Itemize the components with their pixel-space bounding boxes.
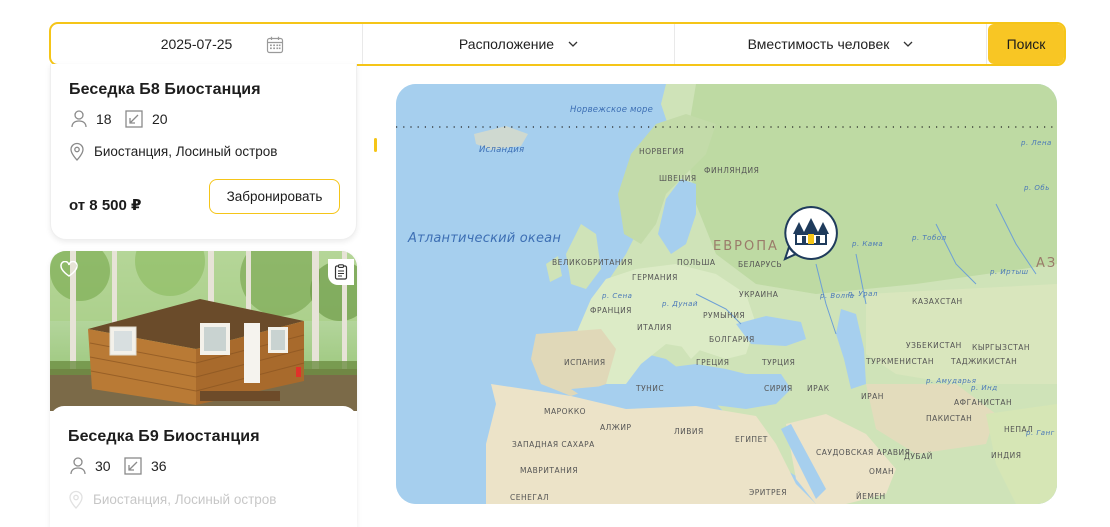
card-location: Биостанция, Лосиный остров <box>68 490 276 509</box>
country-label: ГРЕЦИЯ <box>696 358 730 367</box>
card-title: Беседка Б8 Биостанция <box>69 81 261 98</box>
country-label: ИСПАНИЯ <box>564 358 606 367</box>
guests-value: 18 <box>96 111 112 127</box>
date-value: 2025-07-25 <box>160 36 233 52</box>
area-icon <box>124 457 142 475</box>
iceland-label: Исландия <box>479 145 525 155</box>
continent-label: ЕВРОПА <box>713 239 779 254</box>
card-location: Биостанция, Лосиный остров <box>69 142 277 161</box>
river-label: р. Дунай <box>662 300 698 308</box>
sea-label: Норвежское море <box>570 105 654 115</box>
country-label: ИРАК <box>807 384 830 393</box>
river-label: р. Кама <box>852 240 884 248</box>
listing-photo <box>50 251 357 411</box>
country-label: ДУБАЙ <box>904 452 933 461</box>
area-value: 36 <box>151 458 167 474</box>
country-label: УЗБЕКИСТАН <box>906 341 962 350</box>
heart-icon[interactable] <box>60 261 78 277</box>
person-icon <box>71 110 87 128</box>
country-label: ИТАЛИЯ <box>637 323 672 332</box>
country-label: ГЕРМАНИЯ <box>632 273 678 282</box>
area-icon <box>125 110 143 128</box>
country-label: КЫРГЫЗСТАН <box>972 343 1031 352</box>
chevron-down-icon <box>903 41 913 47</box>
chevron-down-icon <box>568 41 578 47</box>
country-label: ПОЛЬША <box>677 258 716 267</box>
country-label: ТАДЖИКИСТАН <box>951 357 1018 366</box>
price: от 8 500 ₽ <box>69 197 142 214</box>
country-label: ШВЕЦИЯ <box>659 174 697 183</box>
country-label: АФГАНИСТАН <box>954 398 1013 407</box>
scroll-indicator[interactable] <box>374 138 377 152</box>
river-label: р. Инд <box>971 384 998 392</box>
country-label: ПАКИСТАН <box>926 414 973 423</box>
location-select[interactable]: Расположение <box>363 24 675 64</box>
area-stat: 20 <box>125 110 168 128</box>
country-label: МАВРИТАНИЯ <box>520 466 579 475</box>
country-label: ФИНЛЯНДИЯ <box>704 166 760 175</box>
area-stat: 36 <box>124 457 167 475</box>
area-value: 20 <box>152 111 168 127</box>
search-button[interactable]: Поиск <box>988 24 1064 64</box>
river-label: р. Обь <box>1024 184 1050 192</box>
book-button[interactable]: Забронировать <box>209 179 340 214</box>
guests-stat: 18 <box>71 110 112 128</box>
card-body: Беседка Б9 Биостанция 30 36 Биостанция, … <box>50 406 357 527</box>
river-label: р. Урал <box>848 290 878 298</box>
country-label: ЗАПАДНАЯ САХАРА <box>512 440 595 449</box>
country-label: КАЗАХСТАН <box>912 297 963 306</box>
capacity-select-label: Вместимость человек <box>747 36 890 52</box>
card-title: Беседка Б9 Биостанция <box>68 428 260 445</box>
country-label: ТУРКМЕНИСТАН <box>866 357 935 366</box>
location-select-label: Расположение <box>458 36 555 52</box>
calendar-icon <box>266 36 284 54</box>
country-label: ЙЕМЕН <box>856 492 886 501</box>
country-label: ФРАНЦИЯ <box>590 306 632 315</box>
guests-value: 30 <box>95 458 111 474</box>
country-label: БОЛГАРИЯ <box>709 335 755 344</box>
capacity-select[interactable]: Вместимость человек <box>675 24 987 64</box>
map[interactable]: Норвежское море Исландия Атлантический о… <box>396 84 1057 504</box>
country-label: ЛИВИЯ <box>674 427 704 436</box>
country-label: АЛЖИР <box>600 423 632 432</box>
document-icon[interactable] <box>328 259 354 285</box>
map-marker-icon[interactable] <box>782 204 840 262</box>
country-label: ТУРЦИЯ <box>762 358 796 367</box>
country-label: ИНДИЯ <box>991 451 1022 460</box>
location-text: Биостанция, Лосиный остров <box>93 492 277 507</box>
country-label: СЕНЕГАЛ <box>510 493 550 502</box>
listing-card[interactable]: Беседка Б9 Биостанция 30 36 Биостанция, … <box>50 251 357 527</box>
river-label: р. Иртыш <box>990 268 1029 276</box>
ocean-label: Атлантический океан <box>408 231 562 246</box>
person-icon <box>70 457 86 475</box>
river-label: р. Лена <box>1021 139 1052 147</box>
location-text: Биостанция, Лосиный остров <box>94 144 278 159</box>
country-label: МАРОККО <box>544 407 587 416</box>
country-label: РУМЫНИЯ <box>703 311 746 320</box>
search-bar: 2025-07-25 Расположение Вместимость чело… <box>49 22 1066 66</box>
river-label: р. Тобол <box>912 234 947 242</box>
country-label: БЕЛАРУСЬ <box>738 260 783 269</box>
country-label: ИРАН <box>861 392 884 401</box>
river-label: р. Амударья <box>926 377 977 385</box>
country-label: СИРИЯ <box>764 384 793 393</box>
guests-stat: 30 <box>70 457 111 475</box>
date-picker[interactable]: 2025-07-25 <box>51 24 363 64</box>
country-label: ВЕЛИКОБРИТАНИЯ <box>552 258 633 267</box>
country-label: ТУНИС <box>636 384 665 393</box>
continent-label-2: АЗ <box>1036 256 1057 271</box>
river-label: р. Ганг <box>1026 429 1055 437</box>
listing-card[interactable]: Беседка Б8 Биостанция 18 20 Биостанция, … <box>50 64 357 240</box>
location-pin-icon <box>70 142 84 161</box>
country-label: УКРАИНА <box>739 290 779 299</box>
river-label: р. Сена <box>602 292 633 300</box>
country-label: ЕГИПЕТ <box>735 435 768 444</box>
country-label: ЭРИТРЕЯ <box>749 488 787 497</box>
country-label: ОМАН <box>869 467 895 476</box>
location-pin-icon <box>69 490 83 509</box>
country-label: САУДОВСКАЯ АРАВИЯ <box>816 448 911 457</box>
country-label: НОРВЕГИЯ <box>639 147 685 156</box>
